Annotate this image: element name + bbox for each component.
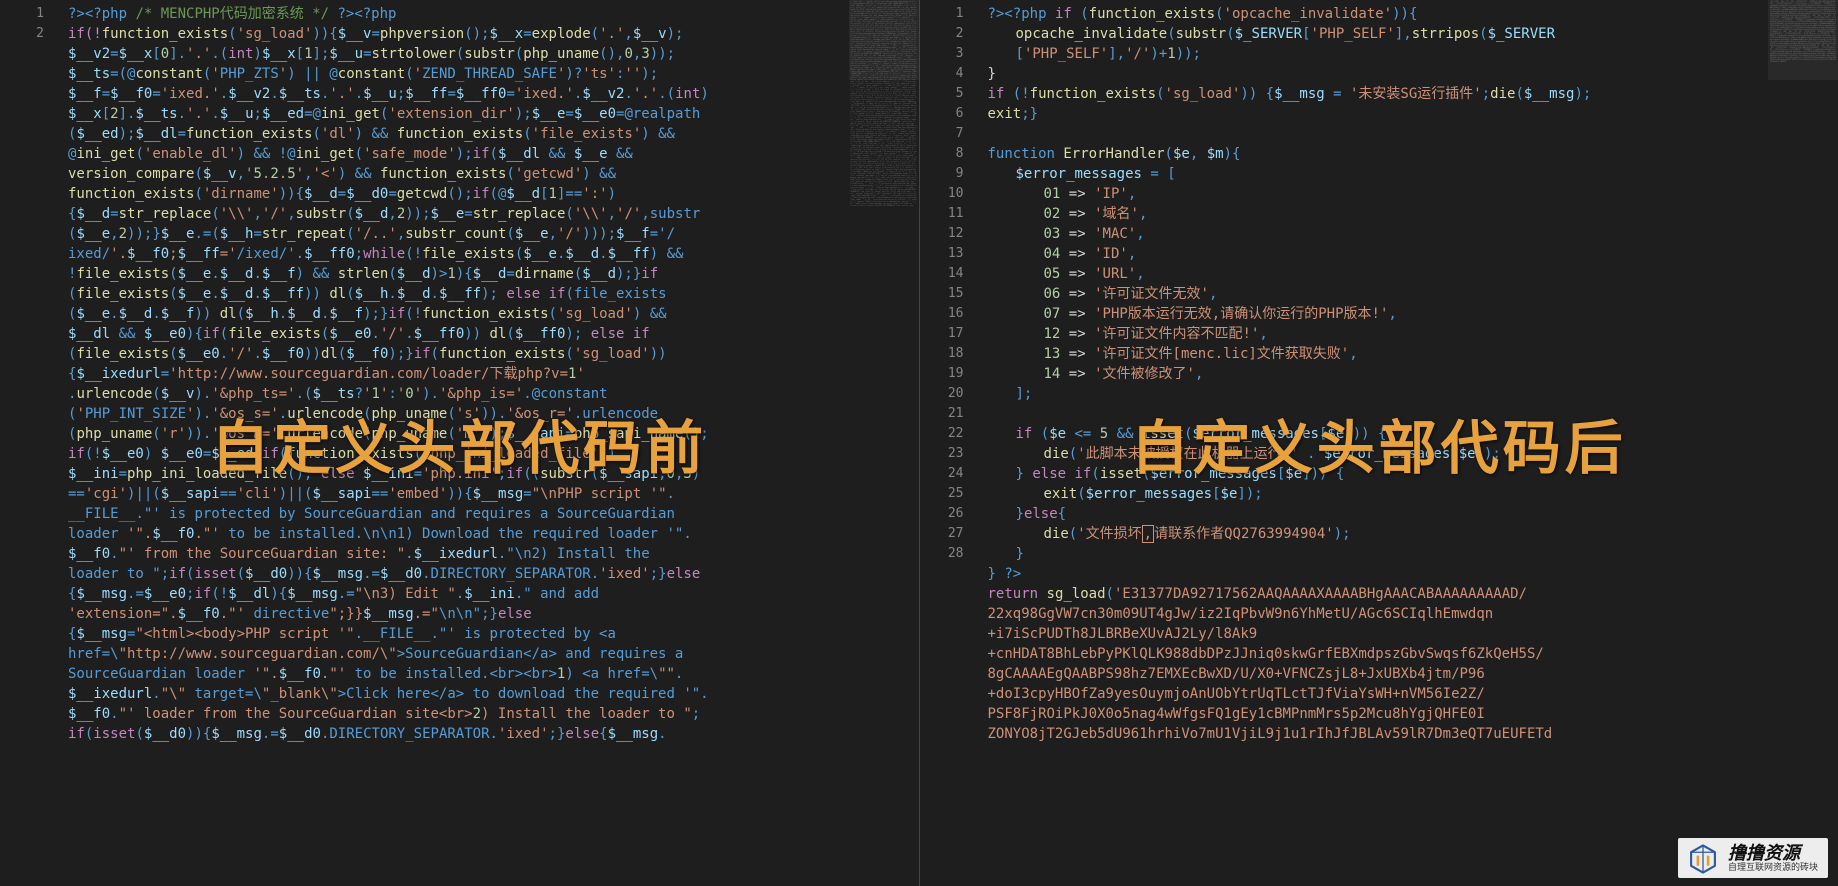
line-number: 17 (920, 324, 964, 344)
line-number: 13 (920, 244, 964, 264)
line-number: 18 (920, 344, 964, 364)
line-number: 7 (920, 124, 964, 144)
line-number: 4 (920, 64, 964, 84)
line-gutter-left: 1 2 (0, 0, 60, 886)
line-number: 19 (920, 364, 964, 384)
line-number: 20 (920, 384, 964, 404)
line-number: 25 (920, 484, 964, 504)
line-number: 14 (920, 264, 964, 284)
line-number: 26 (920, 504, 964, 524)
line-number: 5 (920, 84, 964, 104)
line-number: 27 (920, 524, 964, 544)
line-number: 9 (920, 164, 964, 184)
line-number: 6 (920, 104, 964, 124)
line-number: 10 (920, 184, 964, 204)
line-gutter-right: 1234567891011121314151617181920212223242… (920, 0, 980, 886)
minimap-right[interactable]: 'IP' '域名' 'MAC' 'ID' 'URL' '许可证文件无效' 'PH… (1768, 0, 1838, 886)
line-number: 3 (920, 44, 964, 64)
line-number: 8 (920, 144, 964, 164)
line-number: 21 (920, 404, 964, 424)
line-number: 1 (920, 4, 964, 24)
editor-pane-right: 1234567891011121314151617181920212223242… (920, 0, 1838, 886)
code-area-left[interactable]: ?><?php /* MENCPHP代码加密系统 */ ?><?php if(!… (60, 0, 849, 886)
minimap-slider[interactable] (1768, 0, 1838, 80)
line-number: 1 (0, 4, 44, 24)
watermark-logo-icon (1686, 842, 1720, 876)
minimap-slider[interactable] (849, 0, 919, 80)
watermark: 撸撸资源 自理互联网资源的砖块 (1678, 838, 1828, 878)
line-number: 23 (920, 444, 964, 464)
line-number: 16 (920, 304, 964, 324)
line-number: 12 (920, 224, 964, 244)
line-number: 2 (0, 24, 44, 44)
line-number: 11 (920, 204, 964, 224)
code-area-right[interactable]: ?><?php if (function_exists('opcache_inv… (980, 0, 1769, 886)
watermark-title: 撸撸资源 (1728, 844, 1818, 864)
line-number: 22 (920, 424, 964, 444)
line-number: 2 (920, 24, 964, 44)
line-number: 28 (920, 544, 964, 564)
editor-pane-left: 1 2 ?><?php /* MENCPHP代码加密系统 */ ?><?php … (0, 0, 920, 886)
minimap-left[interactable]: $__v2=$__x[0].'.'.(int)$__x[1];$__u=strt… (849, 0, 919, 886)
line-number: 15 (920, 284, 964, 304)
line-number: 24 (920, 464, 964, 484)
watermark-subtitle: 自理互联网资源的砖块 (1728, 864, 1818, 874)
